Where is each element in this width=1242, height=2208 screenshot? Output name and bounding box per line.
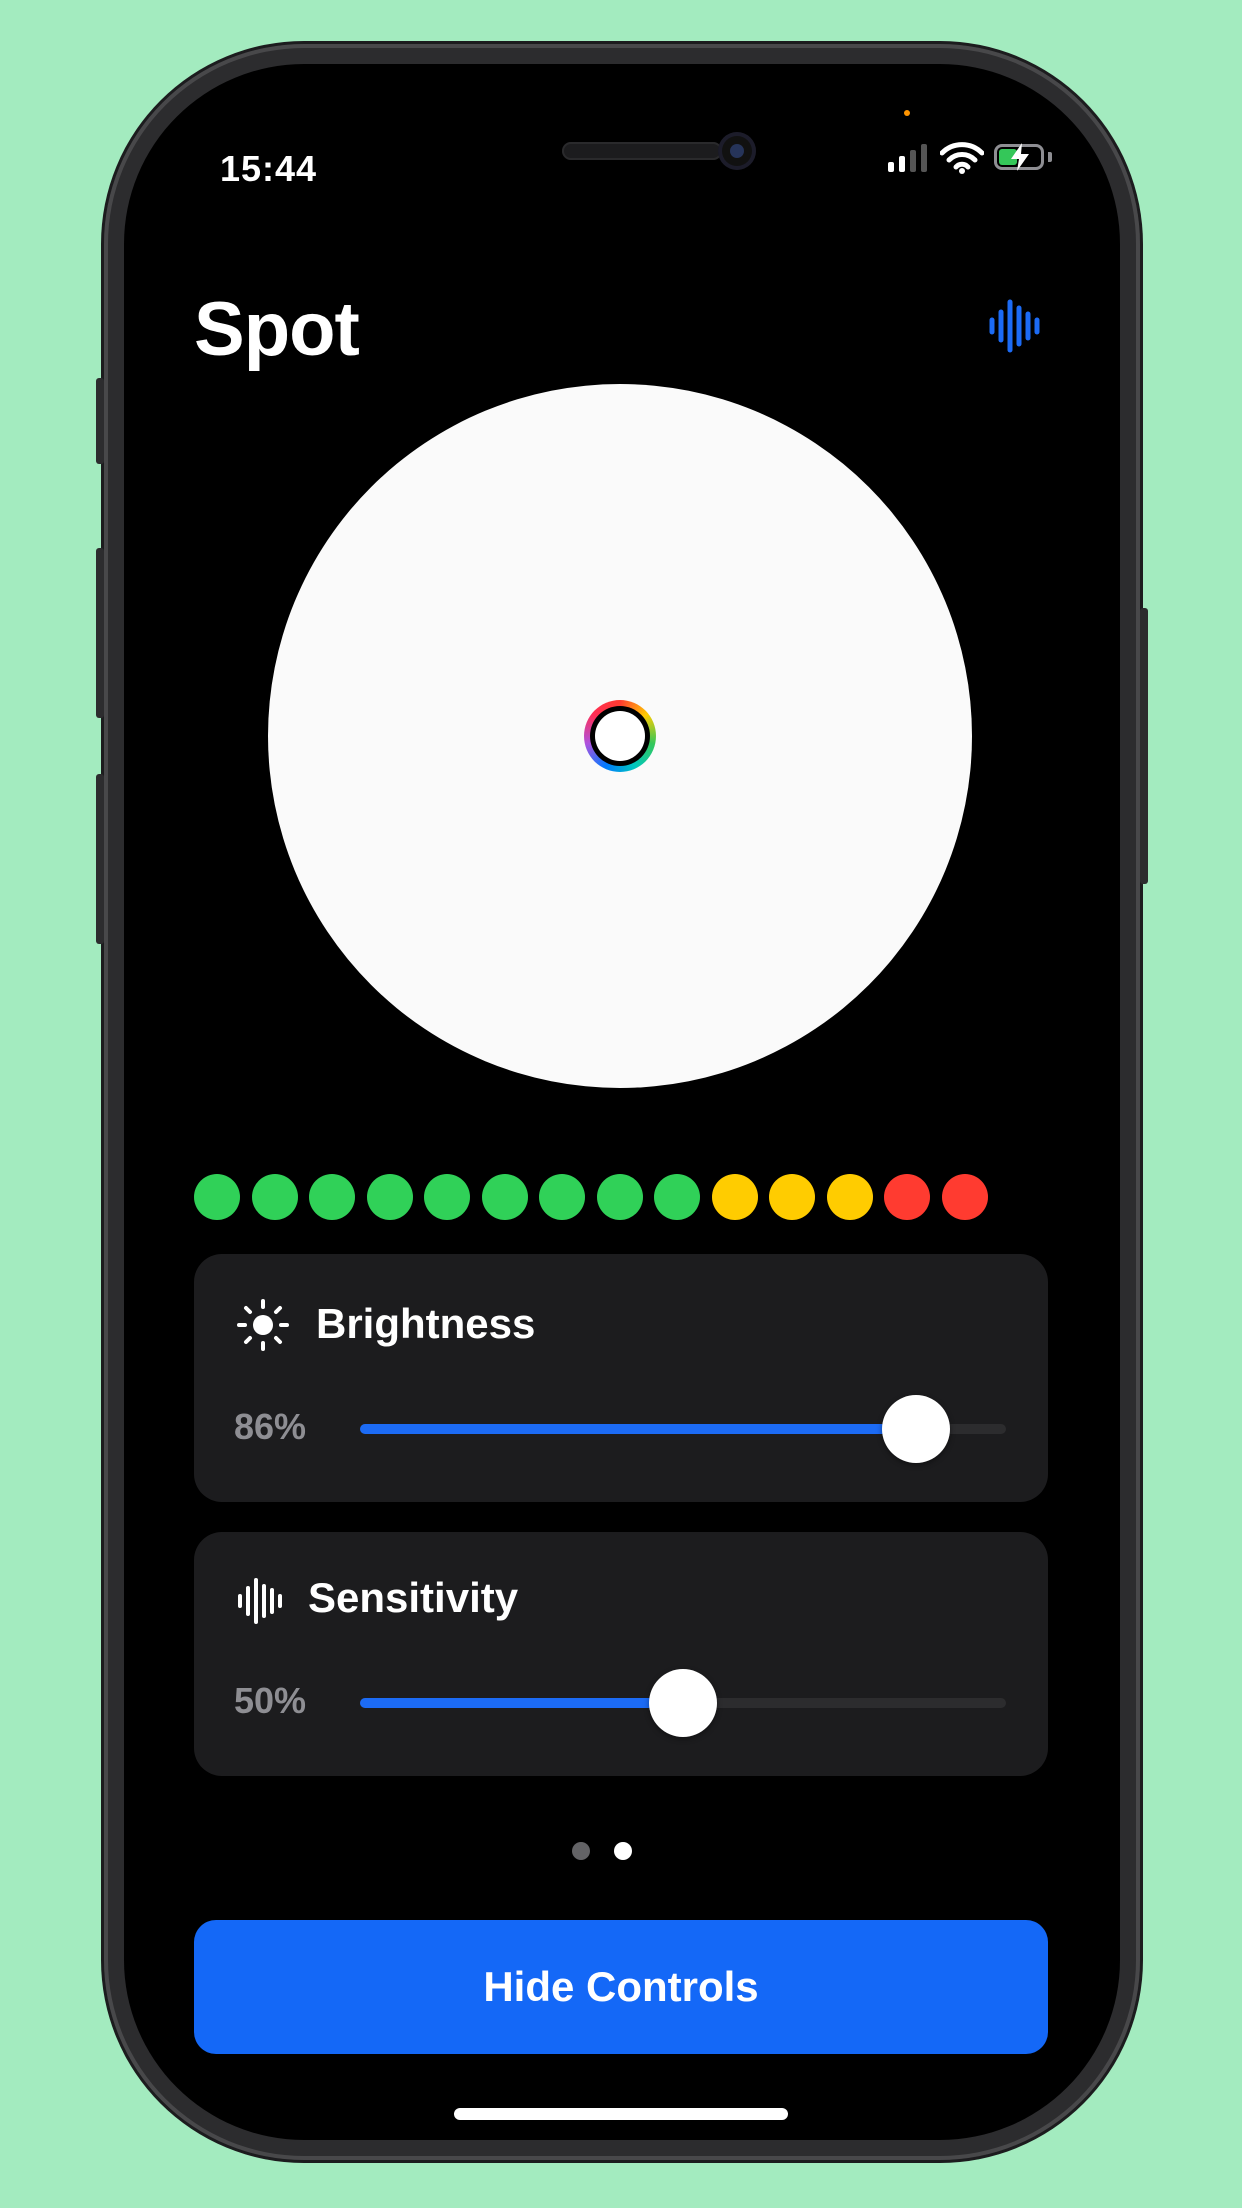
- phone-frame: 15:44 Spot Brightness 86% Sensitivity 50…: [96, 44, 1148, 2160]
- level-dot: [424, 1174, 470, 1220]
- sensitivity-slider[interactable]: [360, 1669, 1006, 1737]
- page-dot[interactable]: [614, 1842, 632, 1860]
- brightness-value: 86%: [234, 1406, 307, 1447]
- earpiece-speaker: [562, 142, 722, 160]
- brightness-slider-fill: [360, 1424, 916, 1434]
- level-dot: [309, 1174, 355, 1220]
- sound-wave-button[interactable]: [986, 296, 1046, 356]
- level-dot: [654, 1174, 700, 1220]
- microphone-indicator: [904, 110, 910, 116]
- sensitivity-slider-fill: [360, 1698, 683, 1708]
- level-dot: [769, 1174, 815, 1220]
- home-indicator[interactable]: [454, 2108, 788, 2120]
- light-spot[interactable]: [268, 384, 972, 1088]
- level-dot: [941, 1174, 988, 1220]
- level-dot: [596, 1174, 643, 1220]
- sound-wave-icon: [989, 299, 1040, 353]
- level-dot: [539, 1174, 585, 1220]
- level-dot: [481, 1174, 528, 1220]
- page-title: Spot: [194, 287, 360, 372]
- sound-level-meter: [194, 1174, 988, 1220]
- sensitivity-slider-thumb[interactable]: [649, 1669, 717, 1737]
- page-indicator[interactable]: [572, 1842, 632, 1860]
- level-dot: [251, 1174, 298, 1220]
- page-dot[interactable]: [572, 1842, 590, 1860]
- volume-up-button: [96, 548, 104, 718]
- brightness-slider-thumb[interactable]: [881, 1395, 950, 1463]
- battery-cap: [1048, 152, 1052, 162]
- level-dot: [826, 1174, 873, 1220]
- charging-bolt-icon: [1011, 143, 1029, 171]
- screen: 15:44 Spot Brightness 86% Sensitivity 50…: [124, 64, 1120, 2140]
- level-dot: [711, 1174, 758, 1220]
- sun-icon: [237, 1299, 289, 1351]
- power-button: [1140, 608, 1148, 884]
- hide-controls-button[interactable]: Hide Controls: [194, 1920, 1048, 2054]
- sensitivity-value: 50%: [234, 1680, 307, 1721]
- sensitivity-card: Sensitivity 50%: [194, 1532, 1048, 1776]
- color-picker-icon[interactable]: [584, 700, 656, 772]
- brightness-card: Brightness 86%: [194, 1254, 1048, 1502]
- level-dot: [884, 1174, 930, 1220]
- front-camera: [718, 132, 756, 170]
- sensitivity-label: Sensitivity: [308, 1574, 519, 1621]
- mute-switch: [96, 378, 104, 464]
- sound-wave-icon: [238, 1578, 282, 1624]
- brightness-label: Brightness: [316, 1300, 536, 1347]
- wifi-icon: [940, 142, 984, 174]
- level-dot: [194, 1174, 240, 1220]
- cellular-signal-icon: [888, 142, 927, 172]
- brightness-slider[interactable]: [360, 1395, 1006, 1463]
- status-time: 15:44: [220, 148, 318, 189]
- level-dot: [366, 1174, 413, 1220]
- volume-down-button: [96, 774, 104, 944]
